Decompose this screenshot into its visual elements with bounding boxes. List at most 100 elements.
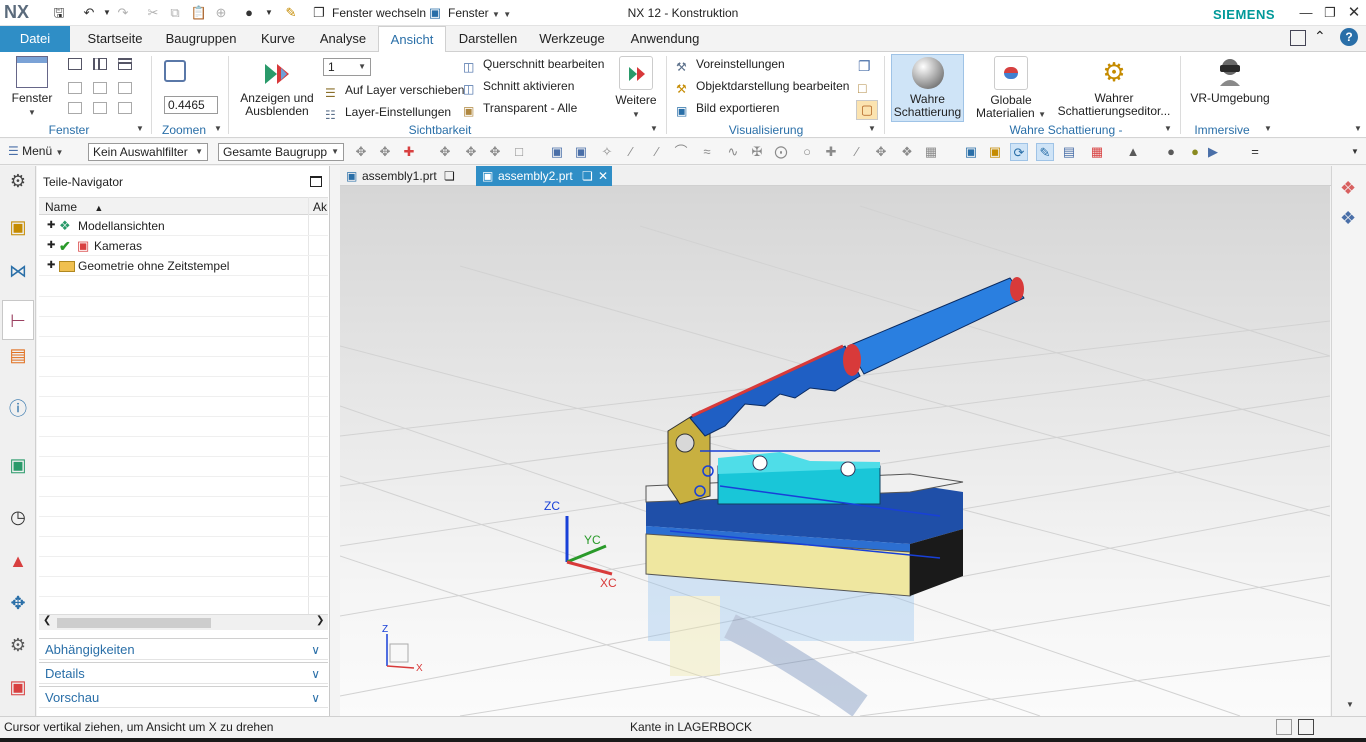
view-orientation-icon[interactable]: ❖ bbox=[1340, 178, 1356, 199]
feature-select-icon[interactable]: ✥ bbox=[436, 143, 454, 161]
switch-window-icon[interactable]: ❐ bbox=[310, 4, 328, 22]
view-triad-icon[interactable]: ❐ bbox=[858, 58, 871, 75]
layout-single-icon[interactable] bbox=[68, 58, 82, 70]
sheet-icon[interactable]: ▣ bbox=[572, 143, 590, 161]
menu-button[interactable]: ☰ Menü ▼ bbox=[8, 144, 63, 158]
minimize-icon[interactable]: — bbox=[1296, 4, 1316, 22]
line-endpoint-icon[interactable]: ∕ bbox=[648, 143, 666, 161]
edit-section-button[interactable]: ◫ Querschnitt bearbeiten bbox=[463, 54, 604, 74]
body-select-icon[interactable]: ✥ bbox=[462, 143, 480, 161]
window-icon[interactable]: ▣ bbox=[426, 4, 444, 22]
on-face-icon[interactable]: ❖ bbox=[898, 143, 916, 161]
save-icon[interactable]: 🖫 bbox=[50, 4, 68, 22]
paste-icon[interactable]: 📋 bbox=[190, 4, 208, 22]
process-studio-icon[interactable]: ▲ bbox=[5, 548, 31, 574]
edit-object-display-button[interactable]: ⚒ Objektdarstellung bearbeiten bbox=[676, 76, 849, 96]
touch-mode-icon[interactable]: ✎ bbox=[282, 4, 300, 22]
tab-startseite[interactable]: Startseite bbox=[75, 26, 155, 52]
background-icon[interactable]: ● bbox=[1162, 143, 1180, 161]
layout-grid-icon[interactable] bbox=[118, 82, 132, 94]
settings-gear-icon[interactable]: ⚙ bbox=[5, 168, 31, 194]
show-hide-button[interactable]: Anzeigen und Ausblenden bbox=[238, 60, 316, 118]
render-style-toolbar-icon[interactable]: ▲ bbox=[1124, 143, 1142, 161]
tab-analyse[interactable]: Analyse bbox=[310, 26, 376, 52]
arc-icon[interactable]: ⌒ bbox=[672, 143, 690, 161]
expand-icon[interactable]: ✚ bbox=[47, 216, 55, 236]
bounded-grid-icon[interactable]: ▦ bbox=[922, 143, 940, 161]
layout-horizontal-icon[interactable] bbox=[118, 58, 132, 70]
intersection-icon[interactable]: ✚ bbox=[822, 143, 840, 161]
system-scenes-icon[interactable]: ▣ bbox=[5, 674, 31, 700]
render-dropdown-icon[interactable]: ▼ bbox=[260, 4, 278, 22]
layout-four-icon[interactable] bbox=[118, 102, 132, 114]
close-tab-icon[interactable]: ✕ bbox=[598, 166, 608, 186]
collapse-ribbon-icon[interactable]: ⌃ bbox=[1314, 28, 1326, 45]
render-style-icon[interactable]: ● bbox=[240, 4, 258, 22]
panel-preview[interactable]: Vorschau ∨ bbox=[39, 686, 328, 708]
tab-ansicht[interactable]: Ansicht bbox=[378, 26, 446, 53]
layout-three-icon[interactable] bbox=[68, 102, 82, 114]
transparent-all-button[interactable]: ▣ Transparent - Alle bbox=[463, 98, 577, 118]
web-browser-icon[interactable]: ▣ bbox=[5, 452, 31, 478]
panel-details[interactable]: Details ∨ bbox=[39, 662, 328, 684]
preferences-button[interactable]: ⚒ Voreinstellungen bbox=[676, 54, 785, 74]
constraint-navigator-icon[interactable]: ⋈ bbox=[5, 258, 31, 284]
window-big-button[interactable]: Fenster ▼ bbox=[8, 56, 56, 119]
circle-center-icon[interactable]: ⨀ bbox=[772, 143, 790, 161]
ribbon-options-icon[interactable] bbox=[1290, 30, 1306, 46]
quadrant-icon[interactable]: ○ bbox=[798, 143, 816, 161]
more-button[interactable]: Weitere ▼ bbox=[612, 56, 660, 121]
tree-row[interactable]: ✚ Geometrie ohne Zeitstempel bbox=[39, 256, 328, 276]
rectangle-select-icon[interactable]: □ bbox=[510, 143, 528, 161]
restore-icon[interactable]: ❐ bbox=[1320, 4, 1340, 22]
ribbon-overflow-icon[interactable]: ▼ bbox=[1354, 124, 1362, 133]
view-cube-icon[interactable]: ❖ bbox=[1340, 208, 1356, 229]
layer-select[interactable]: 1 ▼ bbox=[323, 58, 371, 76]
image-icon[interactable]: ▣ bbox=[986, 143, 1004, 161]
layout-two-icon[interactable] bbox=[93, 58, 107, 70]
scroll-left-icon[interactable]: ❮ bbox=[43, 615, 51, 626]
face-select-icon[interactable]: ✥ bbox=[486, 143, 504, 161]
roles-icon[interactable]: ⚙ bbox=[5, 632, 31, 658]
status-grid-icon[interactable] bbox=[1276, 719, 1292, 735]
tab-darstellen[interactable]: Darstellen bbox=[450, 26, 526, 52]
on-curve-icon[interactable]: ✥ bbox=[872, 143, 890, 161]
assembly-scope-select[interactable]: Gesamte Baugrupp ▼ bbox=[218, 143, 344, 161]
tab-kurve[interactable]: Kurve bbox=[250, 26, 306, 52]
tab-werkzeuge[interactable]: Werkzeuge bbox=[532, 26, 612, 52]
group-immersive-expand-icon[interactable]: ▼ bbox=[1264, 124, 1272, 133]
right-bar-overflow-icon[interactable]: ▼ bbox=[1346, 700, 1354, 709]
move-to-layer-button[interactable]: ☰ Auf Layer verschieben bbox=[325, 80, 464, 100]
point-set-icon[interactable]: ✧ bbox=[598, 143, 616, 161]
history-icon[interactable]: ◷ bbox=[5, 504, 31, 530]
vr-environment-button[interactable]: VR-Umgebung bbox=[1188, 56, 1272, 105]
cut-icon[interactable]: ✂ bbox=[144, 4, 162, 22]
group-visualisierung-expand-icon[interactable]: ▼ bbox=[868, 124, 876, 133]
group-zoomen-expand-icon[interactable]: ▼ bbox=[214, 124, 222, 133]
manufacturing-wizard-icon[interactable]: ✥ bbox=[5, 590, 31, 616]
group-fenster-expand-icon[interactable]: ▼ bbox=[136, 124, 144, 133]
section-view-icon[interactable]: ▦ bbox=[1088, 143, 1106, 161]
fullscreen-icon[interactable] bbox=[1298, 719, 1314, 735]
true-shading-button[interactable]: Wahre Schattierung bbox=[891, 54, 964, 122]
tab-baugruppen[interactable]: Baugruppen bbox=[157, 26, 245, 52]
tangent-icon[interactable]: ✠ bbox=[748, 143, 766, 161]
panel-dependencies[interactable]: Abhängigkeiten ∨ bbox=[39, 638, 328, 660]
switch-window-button[interactable]: Fenster wechseln bbox=[332, 6, 426, 20]
part-navigator-icon[interactable]: ⊢ bbox=[2, 300, 34, 340]
redo-icon[interactable]: ↷ bbox=[114, 4, 132, 22]
column-active-header[interactable]: Ak bbox=[313, 200, 327, 214]
screen-capture-icon[interactable]: □ bbox=[858, 80, 866, 96]
layer-settings-button[interactable]: ☷ Layer-Einstellungen bbox=[325, 102, 451, 122]
layout-three-alt-icon[interactable] bbox=[93, 102, 107, 114]
zoom-icon[interactable] bbox=[164, 60, 186, 82]
color-icon[interactable]: ● bbox=[1186, 143, 1204, 161]
global-materials-button[interactable]: Globale Materialien ▼ bbox=[972, 56, 1050, 121]
assembly-navigator-icon[interactable]: ▣ bbox=[5, 214, 31, 240]
help-icon[interactable]: ? bbox=[1340, 28, 1358, 46]
scrollbar-thumb[interactable] bbox=[57, 618, 211, 628]
true-shading-editor-button[interactable]: ⚙ Wahrer Schattierungseditor... bbox=[1056, 56, 1172, 118]
show-hide-toolbar-icon[interactable]: ▶ bbox=[1204, 143, 1222, 161]
more-toolbar-icon[interactable]: = bbox=[1246, 143, 1264, 161]
solid-icon[interactable]: ▣ bbox=[548, 143, 566, 161]
